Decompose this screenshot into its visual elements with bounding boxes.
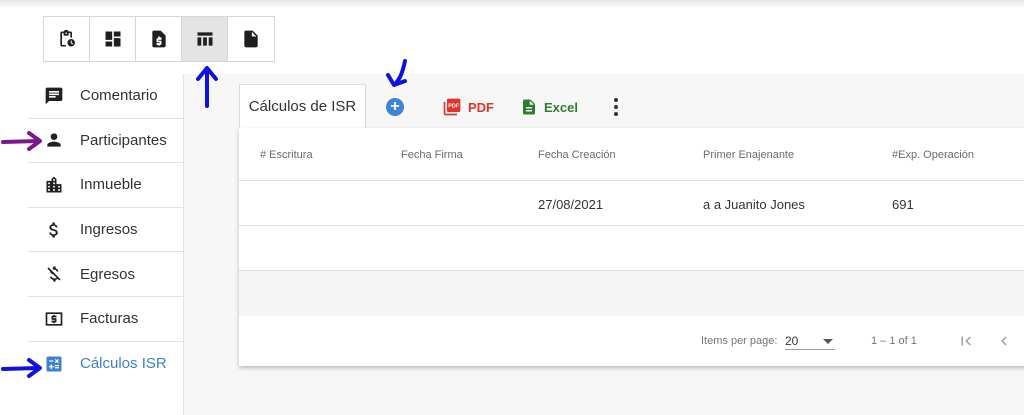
document-icon [244, 30, 258, 48]
side-menu: Comentario Participantes Inmueble Ingres… [28, 74, 183, 386]
dashboard-button[interactable] [90, 17, 136, 61]
dollar-icon [44, 220, 64, 240]
dropdown-caret-icon [823, 339, 833, 344]
person-icon [44, 130, 64, 150]
page-range-label: 1 – 1 of 1 [871, 335, 917, 347]
menu-item-label: Participantes [80, 131, 167, 149]
annotation-arrow-right-blue-icon [1, 358, 42, 378]
menu-item-comentario[interactable]: Comentario [28, 74, 183, 119]
column-header-exp-operacion[interactable]: #Exp. Operación [892, 149, 974, 161]
clipboard-clock-button[interactable] [44, 17, 90, 61]
first-page-button[interactable] [951, 326, 981, 356]
table-view-icon [197, 32, 212, 46]
add-button[interactable]: + [386, 94, 404, 120]
previous-page-button[interactable] [989, 326, 1019, 356]
pdf-file-icon: PDF [443, 98, 461, 116]
column-header-primer-enajenante[interactable]: Primer Enajenante [703, 149, 794, 161]
paginator: Items per page: 20 1 – 1 of 1 [239, 316, 1024, 366]
menu-item-ingresos[interactable]: Ingresos [28, 208, 183, 253]
pdf-label: PDF [468, 99, 494, 115]
annotation-arrow-right-purple-icon [1, 131, 42, 151]
table-view-button[interactable] [182, 17, 228, 61]
table-empty-row [239, 226, 1024, 271]
building-icon [44, 175, 64, 195]
calculate-icon [44, 354, 64, 374]
more-options-button[interactable] [608, 94, 624, 120]
column-header-escritura[interactable]: # Escritura [260, 149, 313, 161]
excel-label: Excel [544, 99, 578, 115]
view-toolbar [43, 16, 275, 62]
dashboard-icon [105, 31, 120, 47]
tab-label: Cálculos de ISR [248, 98, 357, 115]
column-header-fecha-creacion[interactable]: Fecha Creación [538, 149, 616, 161]
menu-item-facturas[interactable]: Facturas [28, 297, 183, 342]
menu-item-inmueble[interactable]: Inmueble [28, 163, 183, 208]
annotation-arrow-up-icon [196, 66, 218, 108]
menu-item-label: Comentario [80, 87, 158, 105]
tab-calculos-isr[interactable]: Cálculos de ISR [239, 84, 366, 128]
menu-item-calculos-isr[interactable]: Cálculos ISR [28, 342, 183, 387]
isr-table-card: # Escritura Fecha Firma Fecha Creación P… [239, 128, 1024, 366]
cell-exp-operacion: 691 [892, 197, 914, 212]
export-pdf-button[interactable]: PDF PDF [442, 94, 494, 120]
page-size-select[interactable]: 20 [785, 330, 835, 350]
document-button[interactable] [228, 17, 274, 61]
more-vert-icon [614, 97, 618, 118]
menu-item-label: Facturas [80, 310, 139, 328]
menu-item-label: Cálculos ISR [80, 355, 167, 373]
menu-item-egresos[interactable]: Egresos [28, 252, 183, 297]
clipboard-clock-icon [59, 29, 75, 47]
menu-item-participantes[interactable]: Participantes [28, 119, 183, 164]
dollar-document-button[interactable] [136, 17, 182, 61]
cell-primer-enajenante: a a Juanito Jones [703, 197, 805, 212]
spreadsheet-file-icon [523, 99, 535, 115]
money-off-icon [44, 264, 64, 284]
menu-item-label: Ingresos [80, 221, 138, 239]
table-row[interactable]: 27/08/2021 a a Juanito Jones 691 [239, 181, 1024, 226]
top-shadow [0, 0, 1024, 8]
dollar-document-icon [151, 30, 166, 48]
export-excel-button[interactable]: Excel [520, 94, 578, 120]
bill-icon [44, 309, 64, 329]
menu-item-label: Inmueble [80, 176, 142, 194]
menu-item-label: Egresos [80, 265, 136, 283]
first-page-icon [961, 336, 971, 346]
cell-fecha-creacion: 27/08/2021 [538, 197, 604, 212]
items-per-page-label: Items per page: [701, 335, 778, 347]
table-footer-spacer [239, 271, 1024, 316]
comment-icon [44, 86, 64, 106]
add-circle-icon: + [386, 98, 404, 116]
chevron-left-icon [1001, 336, 1007, 346]
column-header-fecha-firma[interactable]: Fecha Firma [401, 149, 463, 161]
page-size-value: 20 [785, 334, 799, 348]
table-header-row: # Escritura Fecha Firma Fecha Creación P… [239, 128, 1024, 181]
annotation-arrow-down-icon [386, 59, 407, 87]
svg-text:PDF: PDF [448, 103, 460, 109]
